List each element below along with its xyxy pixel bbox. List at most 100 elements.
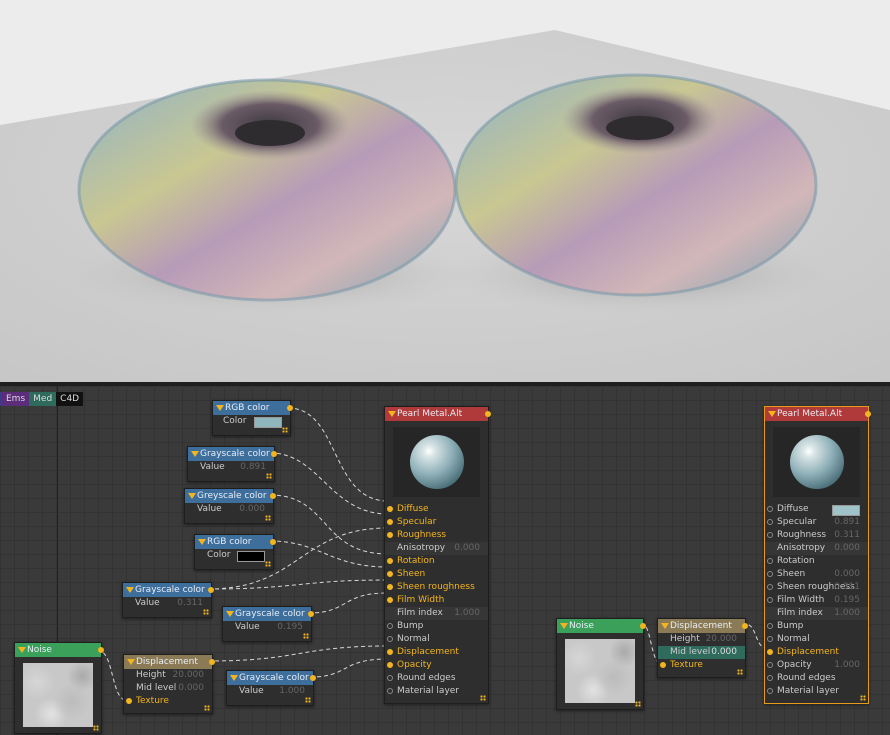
resize-grip[interactable] <box>266 473 272 479</box>
output-port[interactable] <box>98 647 104 653</box>
input-value[interactable]: 0.000 <box>834 568 860 581</box>
input-value[interactable]: 0.311 <box>834 581 860 594</box>
input-row-diffuse[interactable]: Diffuse <box>765 503 868 516</box>
node-title[interactable]: RGB color <box>195 535 273 549</box>
output-port[interactable] <box>271 451 277 457</box>
input-row-diffuse[interactable]: Diffuse <box>385 503 488 516</box>
input-port[interactable] <box>767 558 773 564</box>
node-title[interactable]: Pearl Metal.Alt <box>385 407 488 421</box>
displacement-node[interactable]: Displacement Height 20.000 Mid level 0.0… <box>123 654 215 714</box>
input-port[interactable] <box>767 675 773 681</box>
input-port[interactable] <box>387 558 393 564</box>
input-port[interactable] <box>387 636 393 642</box>
input-port[interactable] <box>767 649 773 655</box>
node-editor[interactable]: Ems Med C4D RGB color Color Grayscale co… <box>0 382 890 735</box>
input-port[interactable] <box>387 584 393 590</box>
input-row-material-layer[interactable]: Material layer <box>765 685 868 698</box>
resize-grip[interactable] <box>265 561 271 567</box>
input-value[interactable]: 1.000 <box>454 607 480 620</box>
input-value[interactable]: 1.000 <box>834 607 860 620</box>
input-row-round-edges[interactable]: Round edges <box>765 672 868 685</box>
resize-grip[interactable] <box>282 427 288 433</box>
resize-grip[interactable] <box>737 669 743 675</box>
input-row-specular[interactable]: Specular <box>385 516 488 529</box>
input-port[interactable] <box>767 688 773 694</box>
input-port[interactable] <box>387 506 393 512</box>
material-node[interactable]: Pearl Metal.Alt Diffuse Specular Roughness… <box>384 406 491 704</box>
output-port[interactable] <box>209 659 215 665</box>
input-row-displacement[interactable]: Displacement <box>385 646 488 659</box>
input-value[interactable]: 0.891 <box>834 516 860 529</box>
mid-level-field[interactable]: 0.000 <box>178 682 204 695</box>
input-row-displacement[interactable]: Displacement <box>765 646 868 659</box>
resize-grip[interactable] <box>265 515 271 521</box>
input-row-round-edges[interactable]: Round edges <box>385 672 488 685</box>
node-title[interactable]: Noise <box>557 619 643 633</box>
resize-grip[interactable] <box>860 695 866 701</box>
input-port[interactable] <box>387 649 393 655</box>
input-port[interactable] <box>767 636 773 642</box>
rgb-color-node[interactable]: RGB color Color <box>194 534 276 570</box>
input-port[interactable] <box>767 532 773 538</box>
input-value[interactable]: 0.195 <box>834 594 860 607</box>
input-row-roughness[interactable]: Roughness <box>385 529 488 542</box>
value-field[interactable]: 0.311 <box>177 597 203 610</box>
output-port[interactable] <box>208 587 214 593</box>
input-port[interactable] <box>767 571 773 577</box>
input-row-rotation[interactable]: Rotation <box>765 555 868 568</box>
node-title[interactable]: Greyscale color <box>185 489 273 503</box>
node-title[interactable]: Grayscale color <box>223 607 311 621</box>
node-title[interactable]: RGB color <box>213 401 290 415</box>
color-swatch[interactable] <box>832 505 860 516</box>
value-field[interactable]: 0.195 <box>277 621 303 634</box>
input-row-film-width[interactable]: Film Width 0.195 <box>765 594 868 607</box>
resize-grip[interactable] <box>305 697 311 703</box>
tab-c4d[interactable]: C4D <box>56 392 84 406</box>
input-value[interactable]: 1.000 <box>834 659 860 672</box>
mid-level-field[interactable]: 0.000 <box>711 646 737 659</box>
resize-grip[interactable] <box>203 609 209 615</box>
node-title[interactable]: Grayscale color <box>188 447 274 461</box>
resize-grip[interactable] <box>480 695 486 701</box>
grayscale-color-node[interactable]: Grayscale color Value 0.891 <box>187 446 277 482</box>
resize-grip[interactable] <box>303 633 309 639</box>
render-viewport[interactable] <box>0 0 890 382</box>
node-title[interactable]: Displacement <box>124 655 212 669</box>
tab-ems[interactable]: Ems <box>2 392 30 406</box>
resize-grip[interactable] <box>635 701 641 707</box>
input-port[interactable] <box>387 675 393 681</box>
input-value[interactable]: 0.311 <box>834 529 860 542</box>
greyscale-color-node[interactable]: Greyscale color Value 0.000 <box>184 488 276 524</box>
input-row-anisotropy[interactable]: Anisotropy 0.000 <box>385 542 488 555</box>
node-title[interactable]: Noise <box>15 643 101 657</box>
input-row-rotation[interactable]: Rotation <box>385 555 488 568</box>
input-row-film-width[interactable]: Film Width <box>385 594 488 607</box>
input-row-opacity[interactable]: Opacity 1.000 <box>765 659 868 672</box>
input-port[interactable] <box>387 662 393 668</box>
input-port[interactable] <box>767 597 773 603</box>
input-port[interactable] <box>387 597 393 603</box>
input-row-film-index[interactable]: Film index 1.000 <box>385 607 488 620</box>
input-row-sheen-roughness[interactable]: Sheen roughness 0.311 <box>765 581 868 594</box>
resize-grip[interactable] <box>93 725 99 731</box>
height-field[interactable]: 20.000 <box>173 669 205 682</box>
input-row-normal[interactable]: Normal <box>765 633 868 646</box>
material-node-selected[interactable]: Pearl Metal.Alt Diffuse Specular 0.891 Roug… <box>764 406 871 704</box>
color-swatch[interactable] <box>237 551 265 562</box>
node-title[interactable]: Displacement <box>658 619 745 633</box>
noise-node[interactable]: Noise <box>556 618 646 710</box>
displacement-node[interactable]: Displacement Height 20.000 Mid level 0.0… <box>657 618 748 678</box>
input-value[interactable]: 0.000 <box>454 542 480 555</box>
node-title[interactable]: Grayscale color <box>123 583 211 597</box>
input-row-specular[interactable]: Specular 0.891 <box>765 516 868 529</box>
input-row-anisotropy[interactable]: Anisotropy 0.000 <box>765 542 868 555</box>
output-port[interactable] <box>485 411 491 417</box>
resize-grip[interactable] <box>204 705 210 711</box>
input-row-bump[interactable]: Bump <box>765 620 868 633</box>
color-swatch[interactable] <box>254 417 282 428</box>
input-value[interactable]: 0.000 <box>834 542 860 555</box>
input-port[interactable] <box>767 584 773 590</box>
input-row-sheen[interactable]: Sheen <box>385 568 488 581</box>
node-title[interactable]: Grayscale color <box>227 671 313 685</box>
tab-med[interactable]: Med <box>29 392 57 406</box>
